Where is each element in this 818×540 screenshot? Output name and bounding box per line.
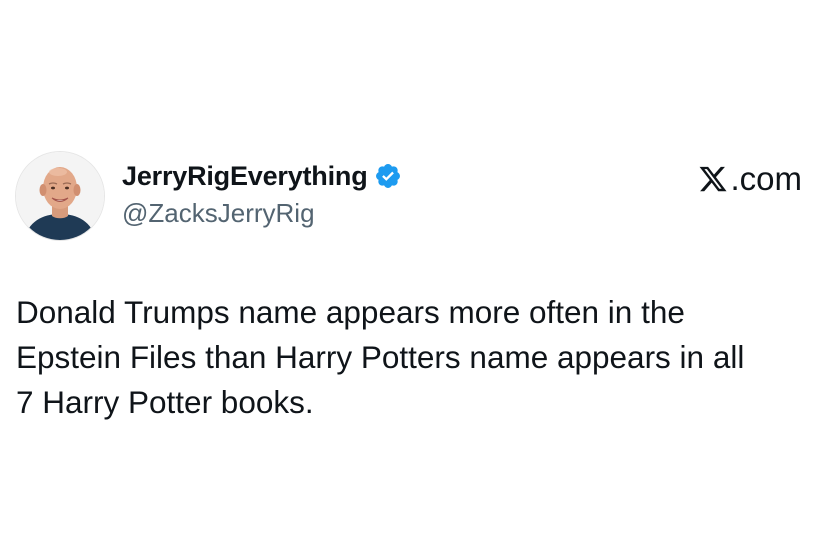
author-block: JerryRigEverything @ZacksJerryRig	[122, 158, 402, 229]
brand-label: .com	[698, 160, 802, 198]
tweet-text: Donald Trumps name appears more often in…	[16, 294, 745, 420]
brand-domain-text: .com	[730, 160, 802, 197]
name-row: JerryRigEverything	[122, 158, 402, 194]
display-name[interactable]: JerryRigEverything	[122, 161, 368, 192]
tweet-card: JerryRigEverything @ZacksJerryRig .com D…	[0, 0, 818, 540]
verified-badge-icon	[374, 162, 402, 190]
avatar[interactable]	[16, 152, 104, 240]
user-handle[interactable]: @ZacksJerryRig	[122, 198, 402, 229]
avatar-image	[16, 152, 104, 240]
x-logo-icon	[698, 164, 728, 194]
